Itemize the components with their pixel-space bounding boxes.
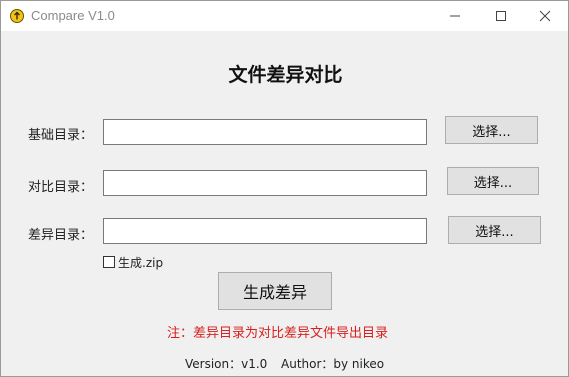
diff-dir-input[interactable] [103,218,427,244]
page-title: 文件差异对比 [228,64,343,86]
maximize-icon [496,11,506,21]
diff-dir-select-button[interactable]: 选择... [448,216,541,244]
zip-checkbox-wrap[interactable]: 生成.zip [103,254,163,270]
base-dir-select-button[interactable]: 选择... [445,116,538,144]
app-logo-icon [10,9,24,23]
maximize-button[interactable] [478,1,524,31]
minimize-icon [450,15,460,17]
compare-dir-label: 对比目录： [28,180,94,195]
base-dir-input[interactable] [103,119,427,145]
close-button[interactable] [522,1,568,31]
window-title: Compare V1.0 [31,8,115,23]
compare-dir-select-button[interactable]: 选择... [447,167,539,195]
app-window: Compare V1.0 文件差异对比 基础目录： 选择... 对比目录： 选择… [0,0,569,377]
close-icon [539,10,551,22]
base-dir-label: 基础目录： [28,128,94,143]
note-text: 注：差异目录为对比差异文件导出目录 [166,326,388,341]
zip-checkbox-label: 生成.zip [118,255,164,270]
title-bar[interactable]: Compare V1.0 [1,1,568,31]
version-text: Version：v1.0 [185,357,268,371]
zip-checkbox[interactable] [103,256,115,268]
compare-dir-input[interactable] [103,170,427,196]
diff-dir-label: 差异目录： [28,228,94,243]
minimize-button[interactable] [432,1,478,31]
generate-diff-button[interactable]: 生成差异 [218,272,332,310]
author-text: Author：by nikeo [281,357,385,371]
